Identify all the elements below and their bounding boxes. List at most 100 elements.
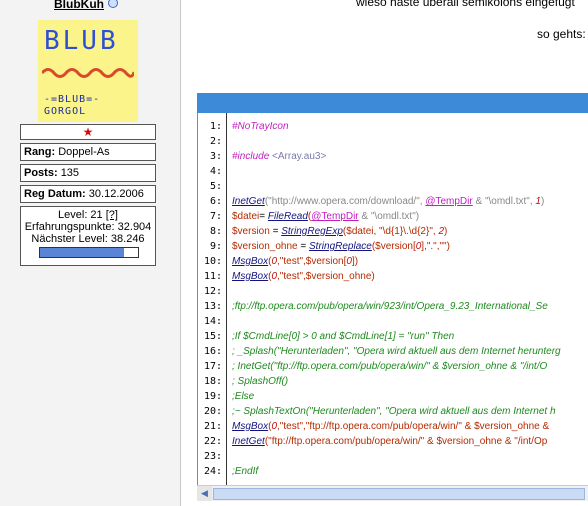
code-line-19: ;Else [232,391,255,402]
level-box: Level: 21 [?] Erfahrungspunkte: 32.904 N… [20,206,156,266]
line-number: 14: [203,316,222,327]
line-number: 3: [209,151,222,162]
line-number: 12: [203,286,222,297]
code-line-20: ;~ SplashTextOn("Herunterladen", "Opera … [232,406,556,417]
code-line-11: MsgBox(0,"test",$version_ohne) [232,271,375,282]
code-line-17: ; InetGet("ftp://ftp.opera.com/pub/opera… [232,361,548,372]
code-line-22: InetGet("ftp://ftp.opera.com/pub/opera/w… [232,436,547,447]
scroll-left-arrow-icon[interactable]: ◀ [197,486,212,501]
rank-star-box: ★ [20,124,156,140]
code-token: ("ftp://ftp.opera.com/pub/opera/win/" & … [264,436,548,447]
line-number: 15: [203,331,222,342]
line-number: 18: [203,376,222,387]
line-number: 13: [203,301,222,312]
code-token: StringReplace [309,241,372,252]
avatar-title: BLUB [44,26,119,56]
xp-progress-fill [40,248,125,257]
code-token: MsgBox [232,421,269,432]
line-number: 23: [203,451,222,462]
code-token: ($datei, "\d{1}\.\d{2}", [342,226,439,237]
line-number: 11: [203,271,222,282]
code-line-15: ;If $CmdLine[0] > 0 and $CmdLine[1] = "r… [232,331,455,342]
code-line-3: #include <Array.au3> [232,151,326,162]
code-token: = [259,211,268,222]
line-number: 8: [209,226,222,237]
xp-text: Erfahrungspunkte: 32.904 [24,221,152,233]
posts-row: Posts: 135 [20,164,156,182]
regdate-value: 30.12.2006 [88,188,144,200]
code-token: @TempDir [425,196,473,207]
avatar-subtitle-line2: GORGOL [44,106,87,117]
code-token: InetGet [232,436,265,447]
level-line: Level: 21 [?] [21,209,155,221]
post-text-so-gehts: so gehts: [537,27,586,41]
rank-label: Rang: [24,146,56,158]
code-box: 1: 2: 3: 4: 5: 6: 7: 8: 9: 10: 11: 12: 1… [197,113,588,485]
code-token: MsgBox [232,256,269,267]
rank-value: Doppel-As [58,146,110,158]
avatar-wave [42,68,134,78]
code-token: ) [540,196,545,207]
line-number: 17: [203,361,222,372]
code-token: #include [232,151,270,162]
code-token: $datei [232,211,260,222]
line-number-gutter: 1: 2: 3: 4: 5: 6: 7: 8: 9: 10: 11: 12: 1… [198,113,227,485]
code-box-header [197,93,588,113]
posts-value: 135 [60,167,80,179]
regdate-row: Reg Datum: 30.12.2006 [20,185,156,203]
next-level-text: Nächster Level: 38.246 [31,233,145,245]
code-line-8: $version = StringRegExp($datei, "\d{1}\.… [232,226,447,237]
code-line-1: #NoTrayIcon [232,121,289,132]
level-help-link[interactable]: [?] [106,209,118,221]
code-token: InetGet [232,196,265,207]
code-token: ($version[ [371,241,416,252]
code-line-9: $version_ohne = StringReplace($version[0… [232,241,450,252]
line-number: 1: [209,121,222,132]
line-number: 22: [203,436,222,447]
avatar-subtitle-line1: -=BLUB=- [44,94,101,105]
xp-progress-bar [39,247,139,258]
code-line-21: MsgBox(0,"test","ftp://ftp.opera.com/pub… [232,421,549,432]
horizontal-scrollbar[interactable]: ◀ [197,485,588,501]
line-number: 6: [209,196,222,207]
line-number: 24: [203,466,222,477]
line-number: 4: [209,166,222,177]
code-token: ("http://www.opera.com/download/", [264,196,426,207]
star-icon: ★ [82,125,94,139]
scroll-thumb[interactable] [213,488,585,500]
line-number: 9: [209,241,222,252]
line-number: 10: [203,256,222,267]
rank-row: Rang: Doppel-As [20,143,156,161]
code-token: ]) [351,256,359,267]
code-token: ,"test",$version_ohne) [277,271,375,282]
code-token: StringRegExp [281,226,343,237]
line-number: 5: [209,181,222,192]
avatar-subtitle: -=BLUB=- GORGOL [44,94,100,118]
code-token: = [269,226,282,237]
code-line-7: $datei= FileRead(@TempDir & "\omdl.txt") [232,211,419,222]
code-token: & "\omdl.txt", [472,196,536,207]
user-sidebar: BlubKuh BLUB -=BLUB=- GORGOL ★ Rang: Dop… [0,0,181,506]
code-token: $version [232,226,270,237]
avatar: BLUB -=BLUB=- GORGOL [38,20,138,122]
code-token: ],".","") [421,241,450,252]
code-token: ,"test","ftp://ftp.opera.com/pub/opera/w… [277,421,550,432]
username-link[interactable]: BlubKuh [54,0,104,11]
code-line-10: MsgBox(0,"test",$version[0]) [232,256,358,267]
regdate-label: Reg Datum: [24,188,86,200]
code-line-16: ; _Splash("Herunterladen", "Opera wird a… [232,346,561,357]
line-number: 2: [209,136,222,147]
line-number: 7: [209,211,222,222]
code-token: ) [444,226,448,237]
posts-label: Posts: [24,167,58,179]
line-number: 19: [203,391,222,402]
code-line-24: ;EndIf [232,466,259,477]
level-text: Level: 21 [58,209,103,221]
line-number: 21: [203,421,222,432]
line-number: 20: [203,406,222,417]
code-token: ,"test",$version[ [277,256,347,267]
code-token: $version_ohne [232,241,298,252]
online-status-icon [108,0,118,8]
code-line-6: InetGet("http://www.opera.com/download/"… [232,196,544,207]
code-token: @TempDir [311,211,359,222]
